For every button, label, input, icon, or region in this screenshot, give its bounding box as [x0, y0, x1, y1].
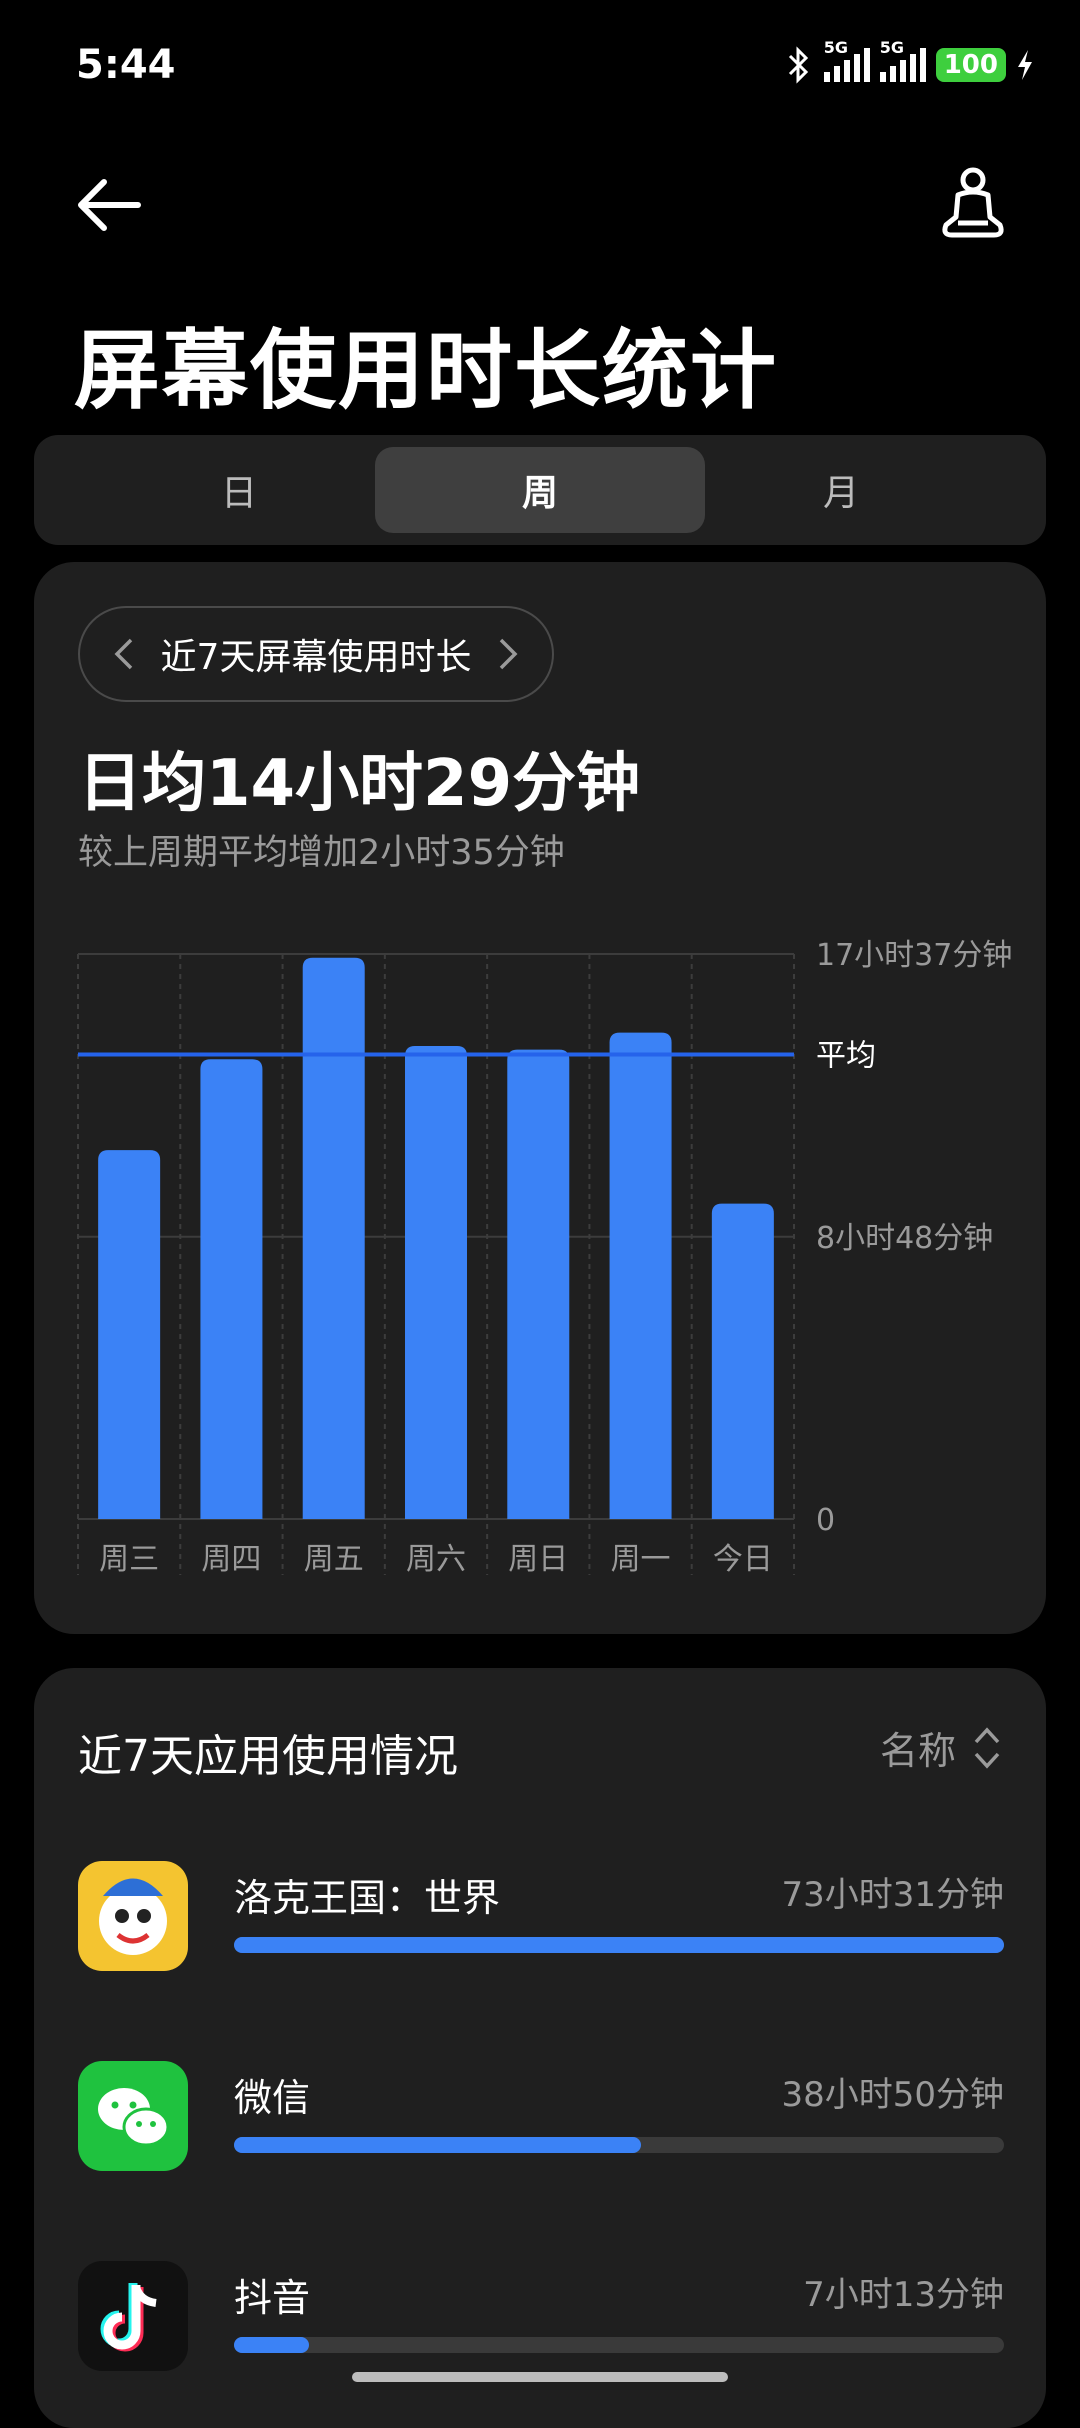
network-type-2: 5G [879, 38, 904, 57]
network-type: 5G [823, 38, 848, 57]
x-tick-label: 周一 [611, 1542, 671, 1577]
usage-bar [234, 2137, 1004, 2153]
app-time: 7小时13分钟 [803, 2275, 1004, 2315]
sort-button[interactable]: 名称 [880, 1720, 1002, 1775]
back-arrow-icon[interactable] [74, 170, 144, 240]
bar [711, 1203, 774, 1519]
y-tick-label: 0 [816, 1503, 835, 1538]
status-icons: 5G 5G 100 [784, 38, 1034, 84]
meditation-person-icon[interactable] [938, 165, 1008, 240]
tab-week[interactable]: 周 [375, 447, 705, 533]
period-tabs: 日 周 月 [34, 435, 1046, 545]
bar [609, 1032, 672, 1519]
app-row[interactable]: 洛克王国：世界 73小时31分钟 [78, 1861, 1004, 1981]
x-tick-label: 周五 [304, 1542, 364, 1577]
roco-kingdom-icon [78, 1861, 188, 1971]
x-tick-label: 周四 [201, 1542, 261, 1577]
usage-bar-fill [234, 2137, 641, 2153]
app-time: 73小时31分钟 [781, 1875, 1004, 1915]
usage-bar [234, 1937, 1004, 1953]
usage-bar [234, 2337, 1004, 2353]
sort-label: 名称 [879, 1729, 956, 1773]
signal-icon: 5G [823, 38, 870, 82]
charging-icon [1018, 50, 1032, 80]
tab-day[interactable]: 日 [74, 447, 404, 533]
bar [200, 1059, 263, 1519]
app-row[interactable]: 微信 38小时50分钟 [78, 2061, 1004, 2181]
bar [507, 1049, 570, 1519]
douyin-icon [78, 2261, 188, 2371]
usage-bar-chart: 周三 周四 周五 周六 周日 周一 今日 平均 17小时37分钟 8小时48分钟 0 [77, 938, 1012, 1577]
app-row[interactable]: 抖音 7小时13分钟 [78, 2261, 1004, 2381]
bar [98, 1150, 161, 1519]
app-name: 洛克王国：世界 [234, 1876, 501, 1920]
signal-icon-2: 5G [879, 38, 926, 82]
app-time: 38小时50分钟 [781, 2075, 1004, 2115]
app-name: 微信 [234, 2076, 311, 2120]
x-tick-label: 周日 [508, 1542, 568, 1577]
status-time: 5:44 [76, 42, 176, 88]
usage-bar-fill [234, 2337, 310, 2353]
app-name: 抖音 [234, 2276, 311, 2320]
apps-section-title: 近7天应用使用情况 [78, 1731, 458, 1782]
bar [302, 957, 365, 1519]
page-title: 屏幕使用时长统计 [74, 321, 778, 421]
usage-bar-fill [234, 1937, 1004, 1953]
x-tick-label: 今日 [713, 1542, 773, 1577]
tab-month[interactable]: 月 [676, 447, 1006, 533]
average-label: 平均 [816, 1038, 876, 1073]
x-tick-label: 周三 [99, 1542, 159, 1577]
home-indicator[interactable] [352, 2372, 728, 2382]
app-usage-card: 近7天应用使用情况 名称 洛克王国：世界 73小时31分钟 微信 38小时50分… [34, 1668, 1046, 2428]
bar [405, 1045, 467, 1519]
bluetooth-icon [788, 46, 808, 84]
battery-indicator: 100 [935, 48, 1006, 82]
wechat-icon [78, 2061, 188, 2171]
x-tick-label: 周六 [406, 1542, 466, 1577]
y-tick-label: 17小时37分钟 [816, 938, 1012, 973]
y-tick-label: 8小时48分钟 [816, 1221, 993, 1256]
usage-chart-card: 近7天屏幕使用时长 日均14小时29分钟 较上周期平均增加2小时35分钟 周三周… [34, 562, 1046, 1634]
sort-updown-icon [974, 1726, 1000, 1769]
